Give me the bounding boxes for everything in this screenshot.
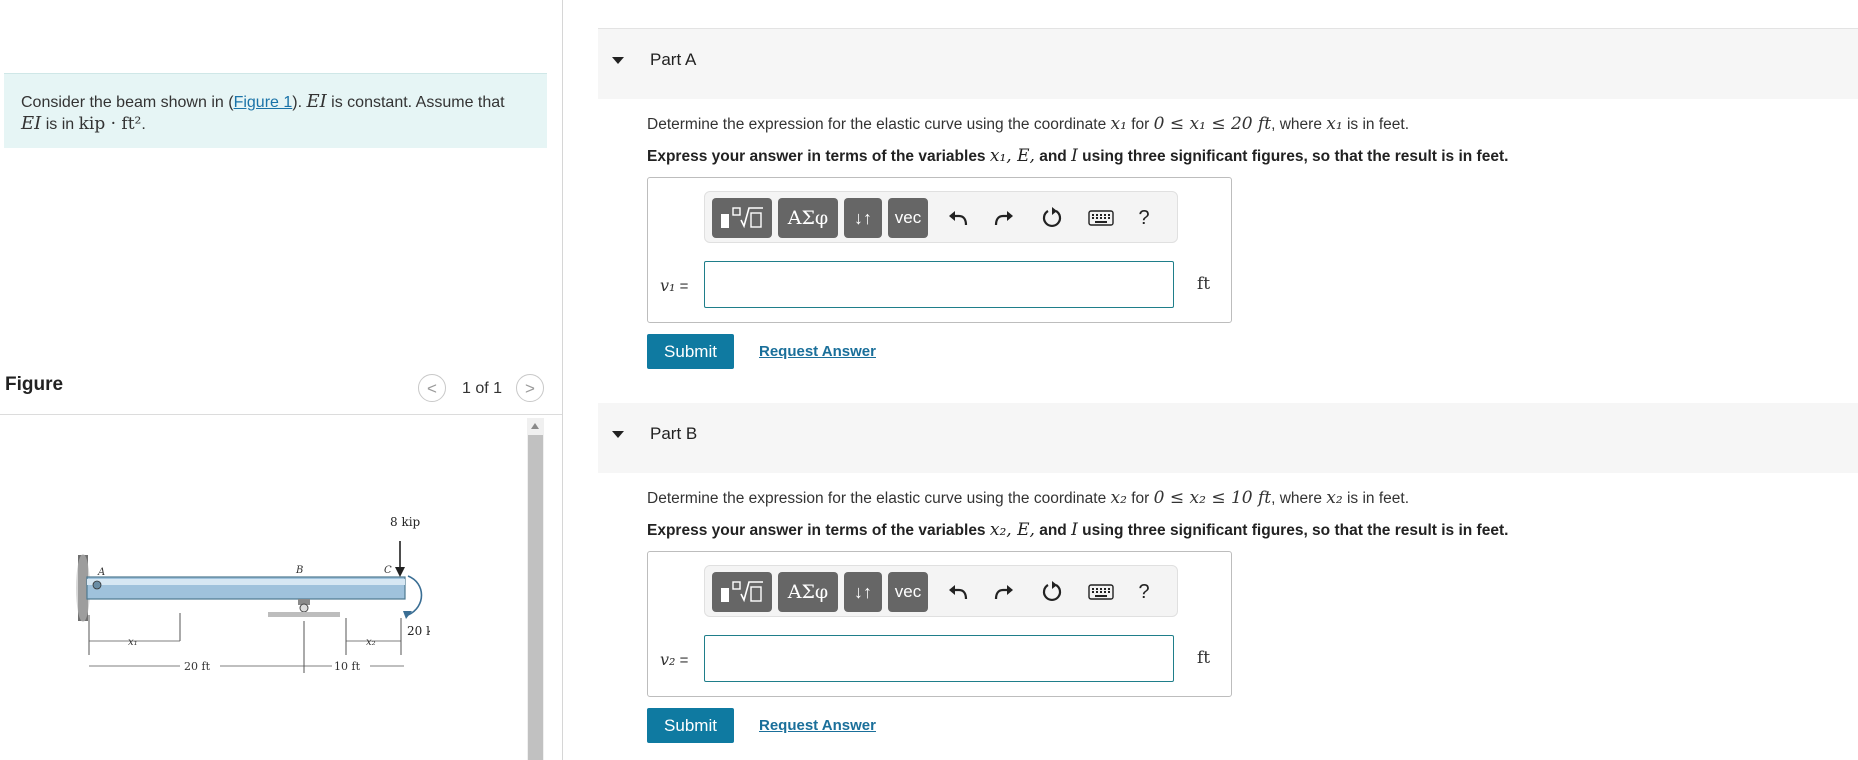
dim-20ft: 20 ft	[184, 660, 211, 673]
part-a-answer-box: ΑΣφ ↓↑ vec ? v₁ = ft	[647, 177, 1232, 323]
intro-text: Consider the beam shown in (	[21, 94, 234, 111]
divider	[0, 414, 562, 415]
units: kip · ft²	[78, 114, 142, 134]
moment-label: 20 kip·ft	[407, 624, 430, 638]
x1-label: x₁	[128, 637, 138, 648]
vec-button[interactable]: vec	[888, 198, 928, 238]
x2-label: x₂	[366, 637, 376, 648]
submit-button[interactable]: Submit	[647, 334, 734, 369]
templates-icon	[721, 581, 763, 603]
chevron-right-icon: >	[516, 374, 544, 402]
dim-10ft: 10 ft	[334, 660, 361, 673]
pane-divider	[562, 0, 563, 760]
unit-label: ft	[1197, 274, 1211, 294]
part-a-question: Determine the expression for the elastic…	[647, 114, 1410, 134]
reset-icon[interactable]	[1039, 580, 1065, 604]
request-answer-link[interactable]: Request Answer	[759, 343, 876, 360]
pin-a	[92, 580, 102, 590]
roller-b-ground	[268, 612, 340, 617]
scroll-up-icon[interactable]	[531, 423, 539, 429]
part-title: Part B	[650, 424, 698, 443]
submit-button[interactable]: Submit	[647, 708, 734, 743]
figure-counter: 1 of 1	[462, 380, 503, 397]
templates-button[interactable]	[712, 198, 772, 238]
left-pane: Consider the beam shown in (Figure 1). E…	[0, 0, 562, 760]
problem-statement: Consider the beam shown in (Figure 1). E…	[4, 73, 547, 148]
templates-icon	[721, 207, 763, 229]
figure-prev-button[interactable]: <	[418, 374, 446, 402]
figure-link[interactable]: Figure 1	[234, 94, 293, 111]
moment-arc	[407, 575, 423, 616]
math-toolbar: ΑΣφ ↓↑ vec ?	[704, 191, 1178, 243]
math-toolbar: ΑΣφ ↓↑ vec ?	[704, 565, 1178, 617]
unit-label: ft	[1197, 648, 1211, 668]
figure-next-button[interactable]: >	[516, 374, 544, 402]
point-a-label: A	[97, 567, 105, 578]
help-button[interactable]: ?	[1133, 206, 1155, 230]
load-label: 8 kip	[390, 515, 421, 529]
part-b-question: Determine the expression for the elastic…	[647, 488, 1410, 508]
keyboard-icon[interactable]	[1087, 580, 1115, 604]
part-b-answer-box: ΑΣφ ↓↑ vec ? v₂ = ft	[647, 551, 1232, 697]
point-b-label: B	[295, 565, 303, 576]
help-button[interactable]: ?	[1133, 580, 1155, 604]
greek-button[interactable]: ΑΣφ	[778, 198, 838, 238]
part-a-instruction: Express your answer in terms of the vari…	[647, 146, 1509, 166]
undo-icon[interactable]	[945, 580, 971, 604]
point-c-label: C	[384, 565, 392, 576]
ei-symbol: EI	[306, 91, 327, 112]
keyboard-icon[interactable]	[1087, 206, 1115, 230]
part-a-header[interactable]: Part A	[598, 29, 1858, 99]
arrows-button[interactable]: ↓↑	[844, 572, 882, 612]
ei-symbol: EI	[21, 113, 42, 134]
roller-b	[299, 603, 309, 613]
answer-input[interactable]	[704, 635, 1174, 682]
caret-down-icon[interactable]	[612, 57, 624, 64]
arrows-button[interactable]: ↓↑	[844, 198, 882, 238]
redo-icon[interactable]	[991, 580, 1017, 604]
greek-button[interactable]: ΑΣφ	[778, 572, 838, 612]
caret-down-icon[interactable]	[612, 431, 624, 438]
beam-figure: 8 kip 20 kip·ft A B C x₁ x₂ 20 ft 10 ft	[76, 515, 430, 673]
moment-arrowhead	[403, 611, 412, 619]
vec-button[interactable]: vec	[888, 572, 928, 612]
figure-title: Figure	[5, 374, 64, 395]
beam-highlight	[87, 579, 405, 585]
load-arrowhead	[395, 567, 405, 577]
part-b-header[interactable]: Part B	[598, 403, 1858, 473]
chevron-left-icon: <	[418, 374, 446, 402]
redo-icon[interactable]	[991, 206, 1017, 230]
undo-icon[interactable]	[945, 206, 971, 230]
part-b-instruction: Express your answer in terms of the vari…	[647, 520, 1509, 540]
scrollbar-thumb[interactable]	[528, 435, 543, 760]
part-title: Part A	[650, 50, 697, 69]
request-answer-link[interactable]: Request Answer	[759, 717, 876, 734]
answer-input[interactable]	[704, 261, 1174, 308]
reset-icon[interactable]	[1039, 206, 1065, 230]
templates-button[interactable]	[712, 572, 772, 612]
figure-scrollbar[interactable]	[527, 418, 544, 760]
variable-label: v₂ =	[660, 650, 689, 669]
variable-label: v₁ =	[660, 276, 689, 295]
